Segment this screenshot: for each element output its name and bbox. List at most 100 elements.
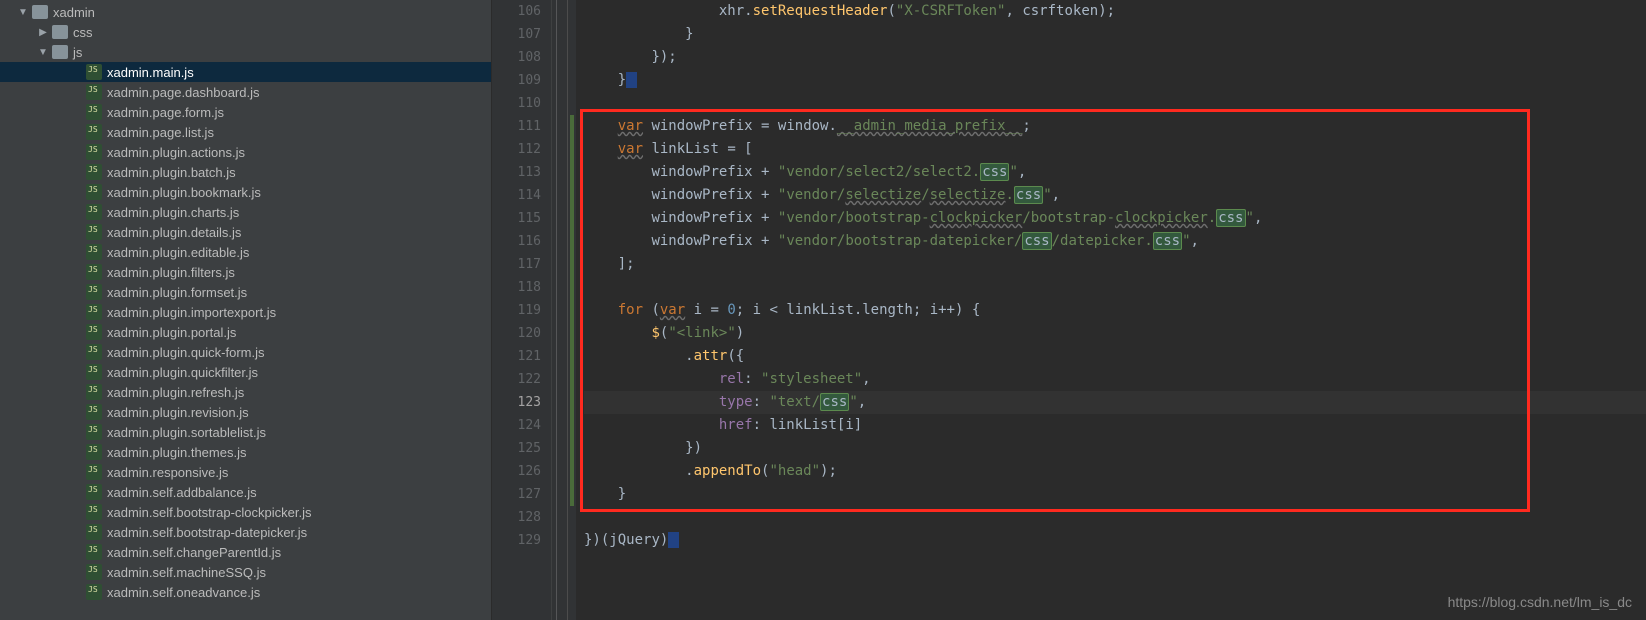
spacer: ·: [70, 205, 84, 219]
tree-file[interactable]: ·xadmin.self.bootstrap-datepicker.js: [0, 522, 491, 542]
tree-file[interactable]: · xadmin.plugin.bookmark.js: [0, 182, 491, 202]
tree-file[interactable]: ·xadmin.responsive.js: [0, 462, 491, 482]
line-number: 107: [492, 23, 541, 46]
js-file-icon: [86, 504, 102, 520]
code-line[interactable]: $("<link>"): [584, 322, 1646, 345]
js-file-icon: [86, 544, 102, 560]
folder-icon: [52, 44, 68, 60]
change-marker: [570, 483, 574, 506]
tree-file[interactable]: ·xadmin.plugin.importexport.js: [0, 302, 491, 322]
tree-file-label: xadmin.plugin.details.js: [107, 225, 241, 240]
js-file-icon: [86, 144, 102, 160]
line-number: 125: [492, 437, 541, 460]
tree-file[interactable]: ·xadmin.plugin.sortablelist.js: [0, 422, 491, 442]
tree-file[interactable]: ·xadmin.plugin.revision.js: [0, 402, 491, 422]
tree-file[interactable]: ·xadmin.self.oneadvance.js: [0, 582, 491, 602]
tree-file[interactable]: ·xadmin.page.dashboard.js: [0, 82, 491, 102]
tree-file[interactable]: ·xadmin.plugin.details.js: [0, 222, 491, 242]
code-line[interactable]: xhr.setRequestHeader("X-CSRFToken", csrf…: [584, 0, 1646, 23]
tree-folder-css[interactable]: ▶ css: [0, 22, 491, 42]
spacer: ·: [70, 185, 84, 199]
spacer: ·: [70, 565, 84, 579]
tree-file[interactable]: ·xadmin.page.form.js: [0, 102, 491, 122]
change-marker: [568, 0, 576, 23]
js-file-icon: [86, 564, 102, 580]
project-tree[interactable]: ▼ xadmin ▶ css ▼ js ·xadmin.main.js·xadm…: [0, 0, 492, 620]
code-line[interactable]: [584, 506, 1646, 529]
code-line[interactable]: rel: "stylesheet",: [584, 368, 1646, 391]
tree-file-label: xadmin.plugin.portal.js: [107, 325, 236, 340]
tree-folder-js[interactable]: ▼ js: [0, 42, 491, 62]
tree-file-label: xadmin.self.changeParentId.js: [107, 545, 281, 560]
tree-file[interactable]: ·xadmin.self.machineSSQ.js: [0, 562, 491, 582]
js-file-icon: [86, 324, 102, 340]
code-line[interactable]: windowPrefix + "vendor/select2/select2.c…: [584, 161, 1646, 184]
change-marker: [570, 207, 574, 230]
code-line[interactable]: }: [584, 69, 1646, 92]
spacer: ·: [70, 345, 84, 359]
tree-file[interactable]: ·xadmin.self.addbalance.js: [0, 482, 491, 502]
js-file-icon: [86, 164, 102, 180]
tree-file[interactable]: · xadmin.plugin.portal.js: [0, 322, 491, 342]
code-line[interactable]: }: [584, 23, 1646, 46]
code-line[interactable]: .attr({: [584, 345, 1646, 368]
tree-file[interactable]: ·xadmin.plugin.actions.js: [0, 142, 491, 162]
code-line[interactable]: windowPrefix + "vendor/selectize/selecti…: [584, 184, 1646, 207]
tree-file[interactable]: ·xadmin.self.bootstrap-clockpicker.js: [0, 502, 491, 522]
js-file-icon: [86, 524, 102, 540]
line-number: 121: [492, 345, 541, 368]
tree-file-label: xadmin.page.list.js: [107, 125, 214, 140]
tree-file-label: xadmin.plugin.quickfilter.js: [107, 365, 258, 380]
code-line[interactable]: href: linkList[i]: [584, 414, 1646, 437]
code-line[interactable]: ];: [584, 253, 1646, 276]
tree-file[interactable]: ·xadmin.plugin.charts.js: [0, 202, 491, 222]
spacer: ·: [70, 385, 84, 399]
code[interactable]: xhr.setRequestHeader("X-CSRFToken", csrf…: [576, 0, 1646, 620]
js-file-icon: [86, 84, 102, 100]
js-file-icon: [86, 64, 102, 80]
tree-file[interactable]: ·xadmin.self.changeParentId.js: [0, 542, 491, 562]
chevron-right-icon[interactable]: ▶: [36, 25, 50, 39]
tree-file[interactable]: ·xadmin.page.list.js: [0, 122, 491, 142]
spacer: ·: [70, 285, 84, 299]
spacer: ·: [70, 585, 84, 599]
tree-file[interactable]: ·xadmin.plugin.quick-form.js: [0, 342, 491, 362]
spacer: ·: [70, 325, 84, 339]
tree-file[interactable]: ·xadmin.plugin.refresh.js: [0, 382, 491, 402]
tree-file-label: xadmin.plugin.bookmark.js: [107, 185, 261, 200]
editor[interactable]: 1061071081091101111121131141151161171181…: [492, 0, 1646, 620]
code-line[interactable]: .appendTo("head");: [584, 460, 1646, 483]
tree-file[interactable]: ·xadmin.plugin.themes.js: [0, 442, 491, 462]
code-line[interactable]: [584, 276, 1646, 299]
tree-file[interactable]: ·xadmin.plugin.quickfilter.js: [0, 362, 491, 382]
watermark: https://blog.csdn.net/lm_is_dc: [1448, 594, 1632, 610]
tree-file[interactable]: ·xadmin.plugin.formset.js: [0, 282, 491, 302]
code-line[interactable]: for (var i = 0; i < linkList.length; i++…: [584, 299, 1646, 322]
code-line[interactable]: }: [584, 483, 1646, 506]
code-line[interactable]: windowPrefix + "vendor/bootstrap-datepic…: [584, 230, 1646, 253]
spacer: ·: [70, 85, 84, 99]
spacer: ·: [70, 445, 84, 459]
code-line[interactable]: [584, 92, 1646, 115]
code-line[interactable]: type: "text/css",: [584, 391, 1646, 414]
code-line[interactable]: windowPrefix + "vendor/bootstrap-clockpi…: [584, 207, 1646, 230]
change-marker: [570, 437, 574, 460]
fold-strip[interactable]: [552, 0, 568, 620]
code-line[interactable]: }): [584, 437, 1646, 460]
line-number: 118: [492, 276, 541, 299]
tree-file[interactable]: ·xadmin.plugin.batch.js: [0, 162, 491, 182]
code-line[interactable]: var linkList = [: [584, 138, 1646, 161]
tree-file[interactable]: ·xadmin.main.js: [0, 62, 491, 82]
spacer: ·: [70, 505, 84, 519]
code-line[interactable]: var windowPrefix = window.__admin_media_…: [584, 115, 1646, 138]
tree-file[interactable]: ·xadmin.plugin.filters.js: [0, 262, 491, 282]
code-line[interactable]: });: [584, 46, 1646, 69]
tree-file[interactable]: ·xadmin.plugin.editable.js: [0, 242, 491, 262]
code-line[interactable]: })(jQuery): [584, 529, 1646, 552]
chevron-down-icon[interactable]: ▼: [36, 45, 50, 59]
tree-folder-xadmin[interactable]: ▼ xadmin: [0, 2, 491, 22]
js-file-icon: [86, 284, 102, 300]
chevron-down-icon[interactable]: ▼: [16, 5, 30, 19]
change-marker: [570, 368, 574, 391]
code-area[interactable]: 1061071081091101111121131141151161171181…: [492, 0, 1646, 620]
